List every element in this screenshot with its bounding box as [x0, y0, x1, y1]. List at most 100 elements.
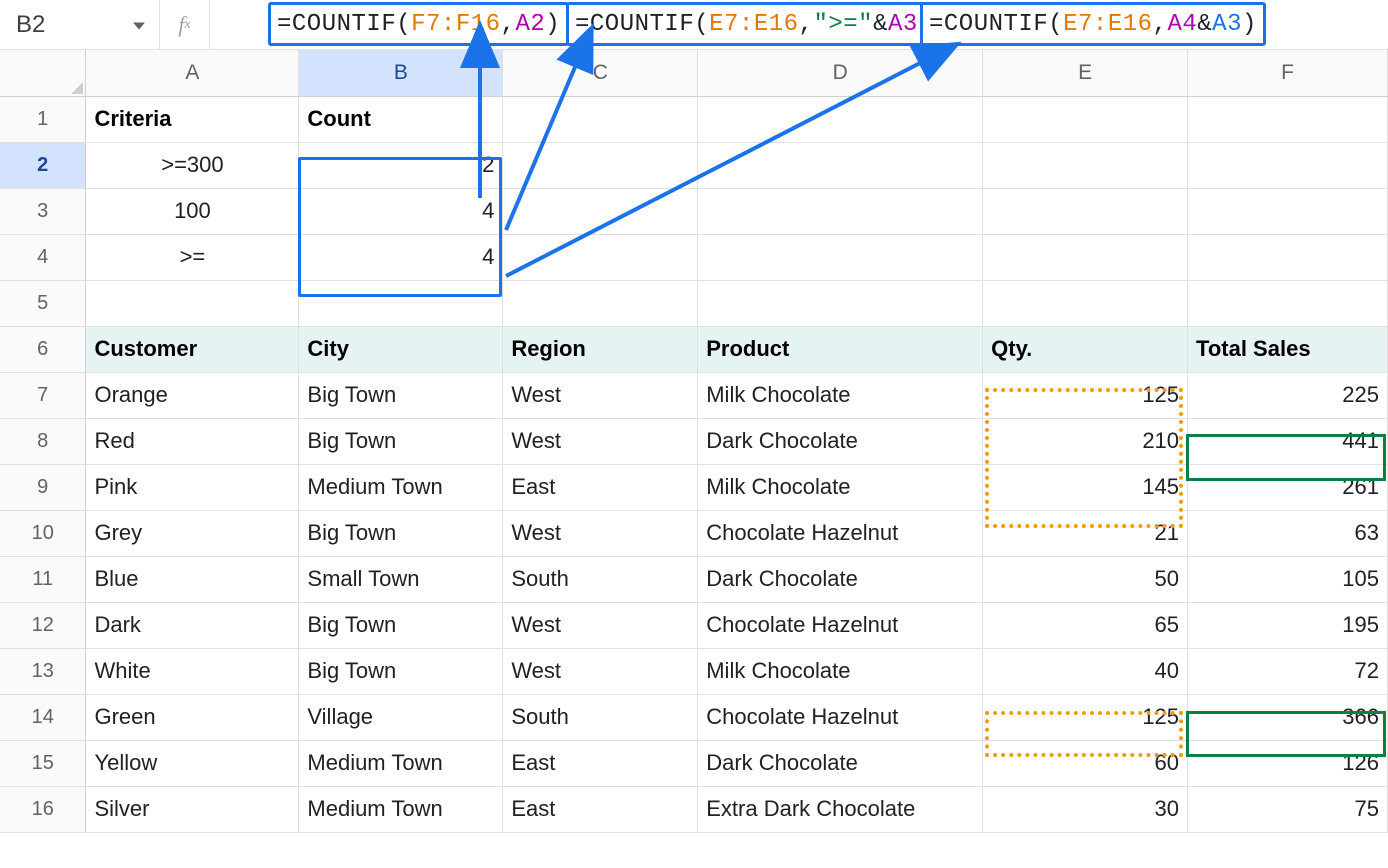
name-box[interactable]: B2 — [0, 0, 160, 49]
cell[interactable] — [698, 280, 983, 326]
cell[interactable]: Grey — [86, 510, 299, 556]
row-header[interactable]: 9 — [0, 464, 86, 510]
cell[interactable]: 65 — [983, 602, 1188, 648]
cell[interactable]: 125 — [983, 694, 1188, 740]
cell[interactable] — [1188, 280, 1388, 326]
cell[interactable]: Big Town — [299, 648, 503, 694]
cell[interactable]: 40 — [983, 648, 1188, 694]
cell[interactable] — [503, 96, 698, 142]
select-all-corner[interactable] — [0, 50, 86, 96]
cell[interactable]: Big Town — [299, 372, 503, 418]
cell[interactable]: West — [503, 372, 698, 418]
cell[interactable]: 126 — [1188, 740, 1388, 786]
cell[interactable] — [983, 96, 1188, 142]
row-header[interactable]: 12 — [0, 602, 86, 648]
cell[interactable]: South — [503, 694, 698, 740]
cell[interactable]: >=300 — [86, 142, 299, 188]
table-header[interactable]: Customer — [86, 326, 299, 372]
cell[interactable]: East — [503, 740, 698, 786]
cell[interactable] — [698, 234, 983, 280]
cell[interactable] — [983, 234, 1188, 280]
cell[interactable] — [983, 142, 1188, 188]
cell[interactable]: Silver — [86, 786, 299, 832]
table-header[interactable]: Qty. — [983, 326, 1188, 372]
cell[interactable]: Chocolate Hazelnut — [698, 510, 983, 556]
cell[interactable] — [299, 280, 503, 326]
row-header[interactable]: 10 — [0, 510, 86, 556]
row-header[interactable]: 7 — [0, 372, 86, 418]
cell[interactable]: Chocolate Hazelnut — [698, 602, 983, 648]
cell[interactable]: South — [503, 556, 698, 602]
cell[interactable] — [1188, 188, 1388, 234]
cell[interactable]: Yellow — [86, 740, 299, 786]
cell[interactable]: >= — [86, 234, 299, 280]
cell[interactable]: Orange — [86, 372, 299, 418]
row-header[interactable]: 2 — [0, 142, 86, 188]
cell[interactable]: 30 — [983, 786, 1188, 832]
cell[interactable]: Big Town — [299, 510, 503, 556]
cell[interactable] — [983, 188, 1188, 234]
cell[interactable] — [698, 188, 983, 234]
cell[interactable]: Extra Dark Chocolate — [698, 786, 983, 832]
cell[interactable] — [1188, 142, 1388, 188]
cell[interactable]: 225 — [1188, 372, 1388, 418]
cell[interactable] — [503, 234, 698, 280]
col-header-F[interactable]: F — [1188, 50, 1388, 96]
row-header[interactable]: 3 — [0, 188, 86, 234]
cell[interactable]: 50 — [983, 556, 1188, 602]
row-header[interactable]: 11 — [0, 556, 86, 602]
cell[interactable]: Dark — [86, 602, 299, 648]
cell[interactable]: 210 — [983, 418, 1188, 464]
cell-B2[interactable]: 2 — [299, 142, 503, 188]
table-header[interactable]: Product — [698, 326, 983, 372]
cell[interactable]: Medium Town — [299, 464, 503, 510]
cell[interactable]: Count — [299, 96, 503, 142]
row-header[interactable]: 6 — [0, 326, 86, 372]
spreadsheet-grid[interactable]: A B C D E F 1 Criteria Count 2 >=300 2 — [0, 50, 1388, 833]
cell[interactable]: Milk Chocolate — [698, 372, 983, 418]
cell[interactable] — [86, 280, 299, 326]
formula-input[interactable]: =COUNTIF(F7:F16,A2) =COUNTIF(E7:E16,">="… — [210, 0, 1388, 49]
cell[interactable]: 75 — [1188, 786, 1388, 832]
col-header-B[interactable]: B — [299, 50, 503, 96]
cell-B4[interactable]: 4 — [299, 234, 503, 280]
cell[interactable]: 105 — [1188, 556, 1388, 602]
cell[interactable]: Dark Chocolate — [698, 740, 983, 786]
table-header[interactable]: Total Sales — [1188, 326, 1388, 372]
cell[interactable]: Pink — [86, 464, 299, 510]
row-header[interactable]: 15 — [0, 740, 86, 786]
cell[interactable]: 441 — [1188, 418, 1388, 464]
cell[interactable]: East — [503, 464, 698, 510]
cell[interactable] — [503, 188, 698, 234]
table-header[interactable]: Region — [503, 326, 698, 372]
cell[interactable]: Medium Town — [299, 786, 503, 832]
row-header[interactable]: 8 — [0, 418, 86, 464]
cell[interactable]: Chocolate Hazelnut — [698, 694, 983, 740]
col-header-C[interactable]: C — [503, 50, 698, 96]
cell[interactable]: Milk Chocolate — [698, 464, 983, 510]
row-header[interactable]: 1 — [0, 96, 86, 142]
cell[interactable]: 72 — [1188, 648, 1388, 694]
cell[interactable]: Medium Town — [299, 740, 503, 786]
cell[interactable]: 63 — [1188, 510, 1388, 556]
row-header[interactable]: 14 — [0, 694, 86, 740]
col-header-D[interactable]: D — [698, 50, 983, 96]
cell[interactable]: 145 — [983, 464, 1188, 510]
cell[interactable] — [698, 96, 983, 142]
cell[interactable]: Big Town — [299, 602, 503, 648]
cell[interactable]: Village — [299, 694, 503, 740]
cell[interactable]: 195 — [1188, 602, 1388, 648]
cell[interactable]: 100 — [86, 188, 299, 234]
cell[interactable]: East — [503, 786, 698, 832]
col-header-A[interactable]: A — [86, 50, 299, 96]
cell[interactable]: Dark Chocolate — [698, 556, 983, 602]
row-header[interactable]: 16 — [0, 786, 86, 832]
cell[interactable]: 125 — [983, 372, 1188, 418]
cell[interactable] — [1188, 96, 1388, 142]
row-header[interactable]: 4 — [0, 234, 86, 280]
col-header-E[interactable]: E — [983, 50, 1188, 96]
cell[interactable]: Blue — [86, 556, 299, 602]
row-header[interactable]: 5 — [0, 280, 86, 326]
cell[interactable]: 366 — [1188, 694, 1388, 740]
cell[interactable]: Small Town — [299, 556, 503, 602]
